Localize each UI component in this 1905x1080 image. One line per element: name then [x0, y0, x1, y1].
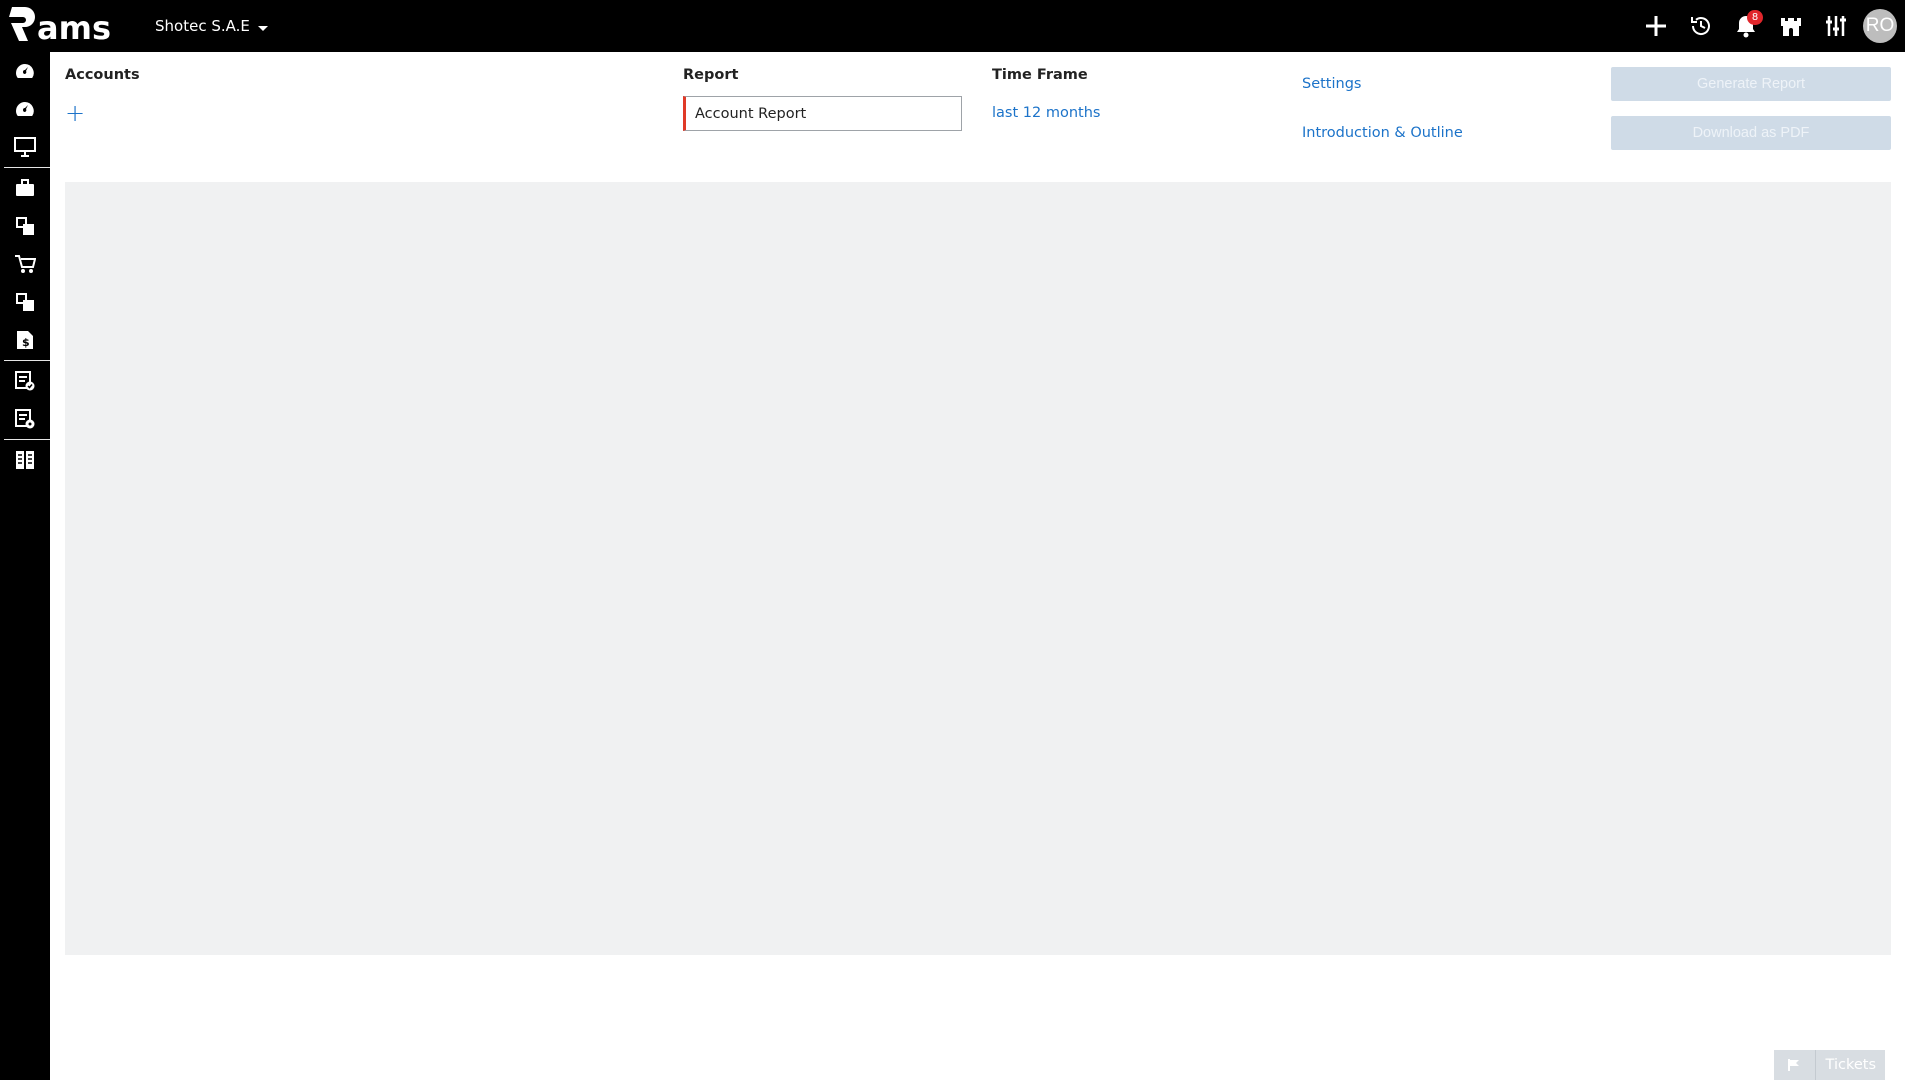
- notification-badge: 8: [1747, 10, 1763, 25]
- monitor-icon[interactable]: [0, 128, 50, 166]
- tickets-widget[interactable]: Tickets: [1773, 1050, 1885, 1080]
- report-preview-area: [65, 182, 1891, 955]
- modules-alt-icon[interactable]: [0, 283, 50, 321]
- castle-icon[interactable]: [1768, 0, 1813, 52]
- settings-link[interactable]: Settings: [1302, 76, 1361, 92]
- flag-icon: [1774, 1050, 1816, 1080]
- report-title: Report: [683, 67, 739, 83]
- rail-divider: [4, 360, 50, 361]
- top-bar: ams Shotec S.A.E 8 RO: [0, 0, 1905, 52]
- svg-text:$: $: [22, 336, 30, 349]
- dashboard-alt-icon[interactable]: [0, 90, 50, 128]
- caret-down-icon: [257, 26, 268, 31]
- add-icon[interactable]: [1633, 0, 1678, 52]
- introduction-outline-link[interactable]: Introduction & Outline: [1302, 125, 1463, 141]
- bell-icon[interactable]: 8: [1723, 0, 1768, 52]
- accounts-title: Accounts: [65, 67, 140, 83]
- briefcase-icon[interactable]: [0, 169, 50, 207]
- sliders-icon[interactable]: [1813, 0, 1858, 52]
- company-name: Shotec S.A.E: [155, 17, 250, 35]
- generate-report-button[interactable]: Generate Report: [1611, 67, 1891, 101]
- timeframe-link[interactable]: last 12 months: [992, 105, 1100, 121]
- user-avatar[interactable]: RO: [1863, 9, 1897, 43]
- cart-icon[interactable]: [0, 245, 50, 283]
- modules-icon[interactable]: [0, 207, 50, 245]
- app-logo[interactable]: ams: [9, 5, 131, 45]
- report-name-input[interactable]: [683, 96, 962, 131]
- dashboard-icon[interactable]: [0, 52, 50, 90]
- svg-text:ams: ams: [37, 9, 111, 45]
- timeframe-title: Time Frame: [992, 67, 1088, 83]
- left-navigation: $: [0, 52, 50, 1080]
- invoice-dollar-icon[interactable]: $: [0, 321, 50, 359]
- company-switcher[interactable]: Shotec S.A.E: [155, 17, 268, 35]
- report-settings-icon[interactable]: [0, 400, 50, 438]
- rail-divider: [4, 439, 50, 440]
- report-builder-icon[interactable]: [0, 441, 50, 479]
- add-account-button[interactable]: +: [65, 101, 85, 125]
- tickets-label: Tickets: [1825, 1057, 1876, 1073]
- download-pdf-button[interactable]: Download as PDF: [1611, 116, 1891, 150]
- rail-divider: [4, 167, 50, 168]
- main-content: Accounts + Report Time Frame last 12 mon…: [50, 52, 1905, 1080]
- report-check-icon[interactable]: [0, 362, 50, 400]
- history-icon[interactable]: [1678, 0, 1723, 52]
